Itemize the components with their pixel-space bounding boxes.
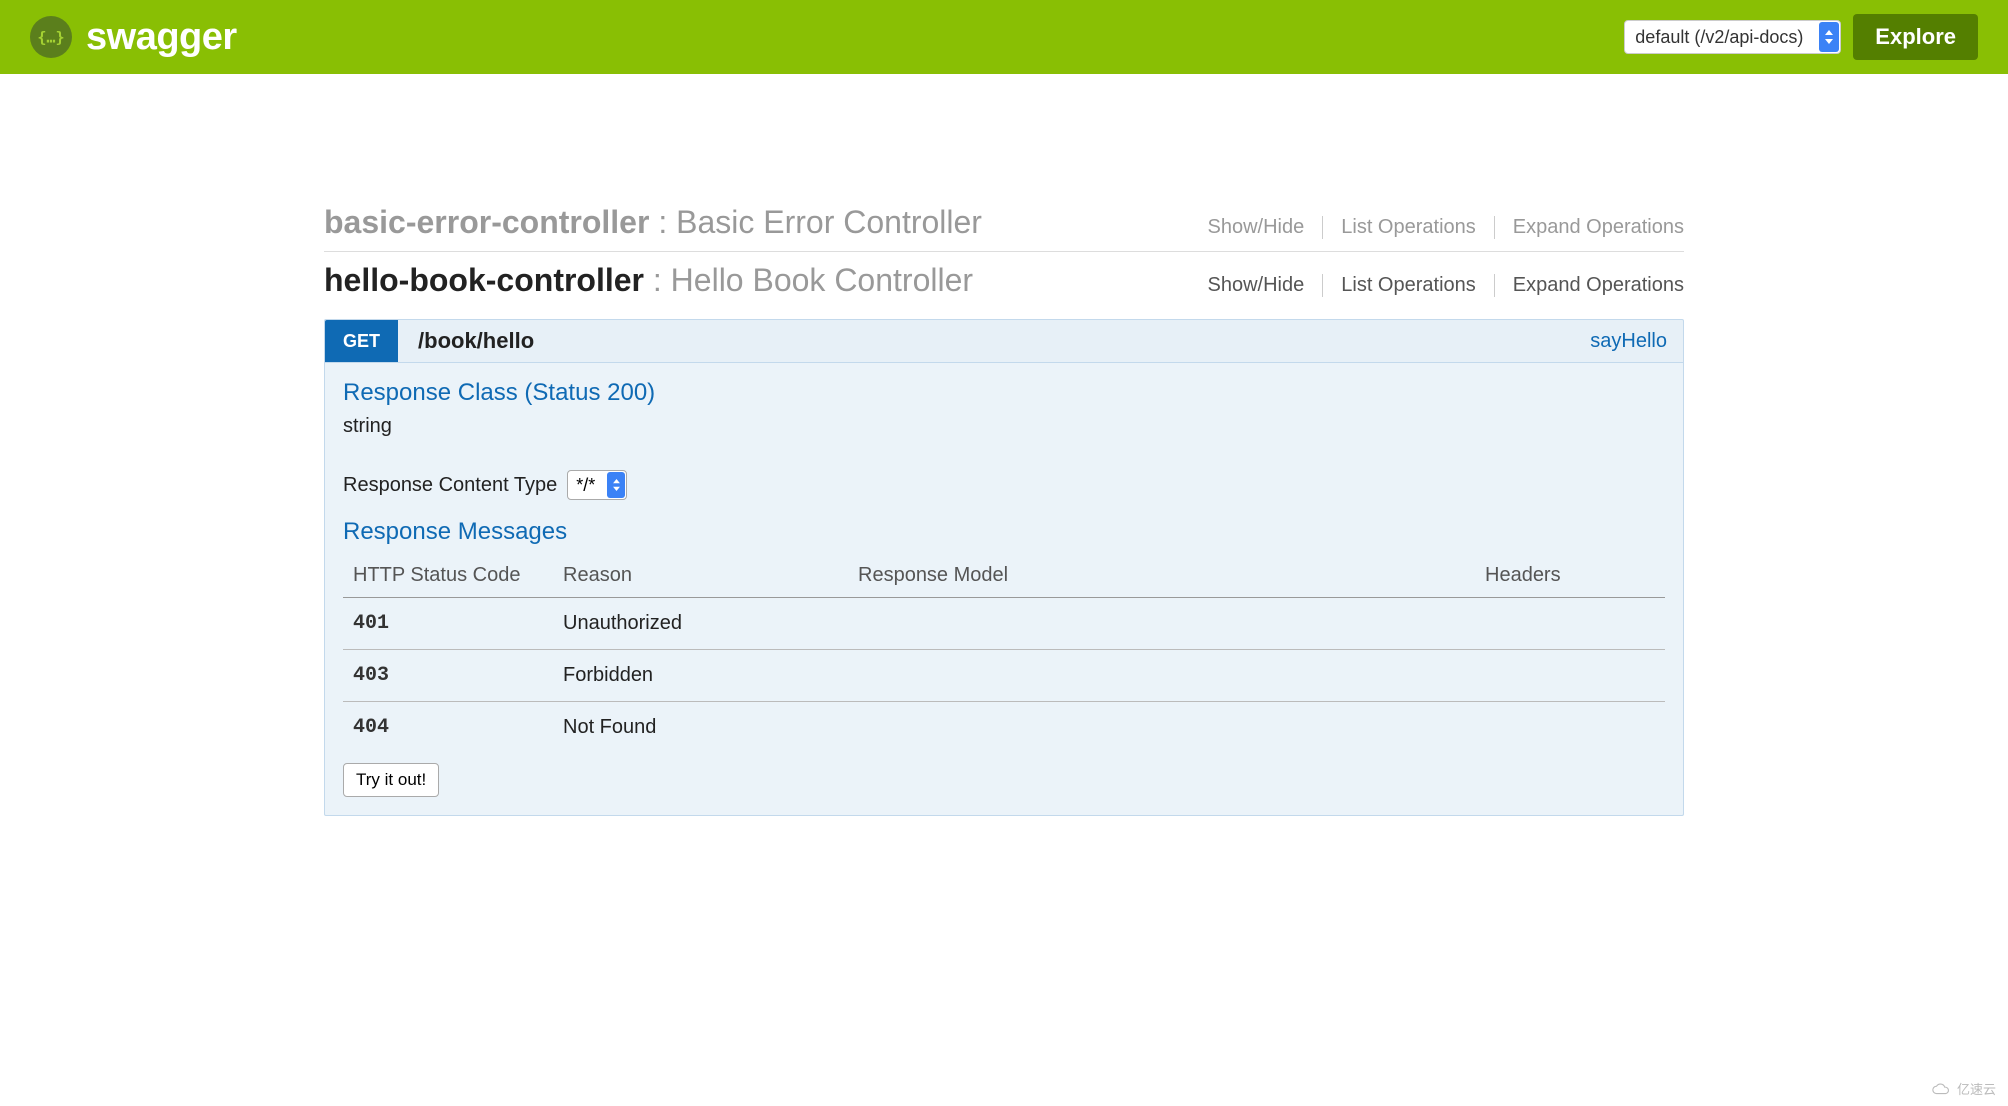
main: basic-error-controller : Basic Error Con… [294, 74, 1714, 846]
controller-sep: : [658, 204, 676, 240]
response-messages-table: HTTP Status Code Reason Response Model H… [343, 556, 1665, 753]
response-class-heading: Response Class (Status 200) [343, 379, 1665, 407]
table-row: 403 Forbidden [343, 650, 1665, 702]
header-right: default (/v2/api-docs) Explore [1624, 14, 1978, 60]
expand-operations-link[interactable]: Expand Operations [1495, 216, 1684, 239]
cell-reason: Forbidden [553, 650, 848, 702]
controller-title[interactable]: basic-error-controller : Basic Error Con… [324, 204, 982, 241]
cell-headers [1475, 598, 1665, 650]
api-select-wrap: default (/v2/api-docs) [1624, 20, 1841, 54]
content-type-select[interactable]: */* [567, 470, 627, 500]
brand: {…} swagger [30, 16, 237, 59]
controller-name: hello-book-controller [324, 262, 644, 298]
table-row: 404 Not Found [343, 702, 1665, 754]
operation-get-book-hello: GET /book/hello sayHello Response Class … [324, 319, 1684, 816]
controller-sep: : [653, 262, 671, 298]
cell-reason: Unauthorized [553, 598, 848, 650]
list-operations-link[interactable]: List Operations [1323, 274, 1495, 297]
th-reason: Reason [553, 556, 848, 598]
controller-name: basic-error-controller [324, 204, 649, 240]
cloud-icon [1931, 1082, 1953, 1096]
cell-model [848, 598, 1475, 650]
cell-headers [1475, 702, 1665, 754]
cell-code: 403 [343, 650, 553, 702]
header: {…} swagger default (/v2/api-docs) Explo… [0, 0, 2008, 74]
content-type-label: Response Content Type [343, 474, 557, 497]
cell-code: 404 [343, 702, 553, 754]
th-response-model: Response Model [848, 556, 1475, 598]
th-headers: Headers [1475, 556, 1665, 598]
cell-reason: Not Found [553, 702, 848, 754]
operation-path: /book/hello [418, 328, 534, 354]
cell-model [848, 650, 1475, 702]
api-docs-select[interactable]: default (/v2/api-docs) [1624, 20, 1841, 54]
table-row: 401 Unauthorized [343, 598, 1665, 650]
controller-title[interactable]: hello-book-controller : Hello Book Contr… [324, 262, 973, 299]
http-method-badge: GET [325, 320, 398, 362]
try-it-out-button[interactable]: Try it out! [343, 763, 439, 797]
swagger-logo-icon: {…} [30, 16, 72, 58]
controller-header-basic-error: basic-error-controller : Basic Error Con… [324, 194, 1684, 252]
svg-text:{…}: {…} [38, 28, 64, 46]
content-type-row: Response Content Type */* [343, 470, 1665, 500]
cell-headers [1475, 650, 1665, 702]
controller-actions: Show/Hide List Operations Expand Operati… [1190, 216, 1684, 239]
operation-body: Response Class (Status 200) string Respo… [324, 363, 1684, 816]
controller-header-hello-book: hello-book-controller : Hello Book Contr… [324, 252, 1684, 309]
response-type: string [343, 415, 1665, 438]
th-status-code: HTTP Status Code [343, 556, 553, 598]
expand-operations-link[interactable]: Expand Operations [1495, 274, 1684, 297]
watermark: 亿速云 [1931, 1079, 1996, 1098]
watermark-text: 亿速云 [1957, 1079, 1996, 1098]
explore-button[interactable]: Explore [1853, 14, 1978, 60]
brand-text: swagger [86, 16, 237, 59]
operation-nickname: sayHello [1590, 330, 1667, 353]
controller-desc: Hello Book Controller [671, 262, 973, 298]
cell-model [848, 702, 1475, 754]
controller-actions: Show/Hide List Operations Expand Operati… [1190, 274, 1684, 297]
cell-code: 401 [343, 598, 553, 650]
content-type-select-wrap: */* [567, 470, 627, 500]
show-hide-link[interactable]: Show/Hide [1190, 274, 1324, 297]
show-hide-link[interactable]: Show/Hide [1190, 216, 1324, 239]
controller-desc: Basic Error Controller [676, 204, 982, 240]
list-operations-link[interactable]: List Operations [1323, 216, 1495, 239]
operation-header[interactable]: GET /book/hello sayHello [324, 319, 1684, 363]
response-messages-heading: Response Messages [343, 518, 1665, 546]
